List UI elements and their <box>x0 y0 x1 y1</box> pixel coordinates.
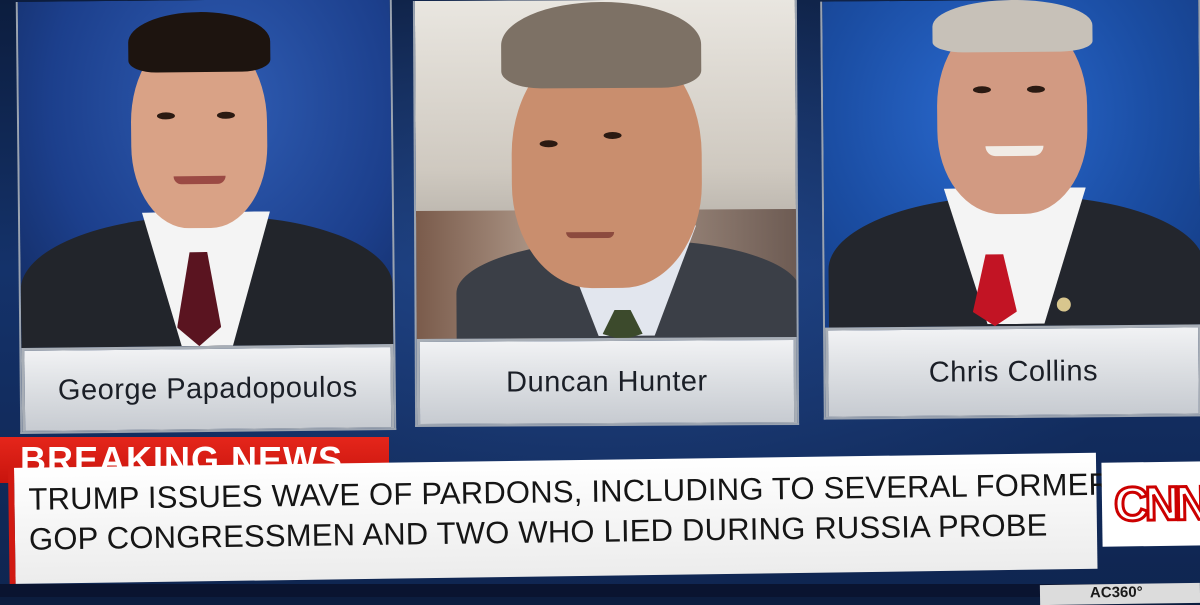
nameplate-2: Duncan Hunter <box>416 337 798 427</box>
person-name-1: George Papadopoulos <box>57 370 358 407</box>
photo-panel-3: Chris Collins <box>820 0 1200 420</box>
lapel-pin <box>1056 297 1071 312</box>
portrait-photo-1 <box>17 0 394 348</box>
show-bug-label: AC360° <box>1089 583 1143 602</box>
photo-panel-1: George Papadopoulos <box>15 0 397 434</box>
nameplate-3: Chris Collins <box>825 324 1200 420</box>
eye <box>539 140 558 148</box>
smile <box>173 175 226 185</box>
headline-chyron: TRUMP ISSUES WAVE OF PARDONS, INCLUDING … <box>8 452 1111 584</box>
photo-panel-2: Duncan Hunter <box>412 0 800 428</box>
hair <box>932 0 1093 53</box>
cnn-logo-text: CNN <box>1112 475 1200 532</box>
mouth <box>566 231 615 239</box>
person-name-2: Duncan Hunter <box>506 364 708 399</box>
show-bug: AC360° <box>1039 582 1200 605</box>
smile <box>985 145 1044 157</box>
portrait-photo-2 <box>414 0 797 339</box>
person-name-3: Chris Collins <box>928 354 1099 389</box>
network-logo: CNN <box>1101 461 1200 547</box>
bottom-strip <box>0 584 1200 597</box>
hair <box>127 11 271 73</box>
nameplate-1: George Papadopoulos <box>21 344 395 434</box>
portrait-photo-3 <box>822 0 1200 328</box>
eye <box>603 131 622 140</box>
hair <box>500 1 702 89</box>
